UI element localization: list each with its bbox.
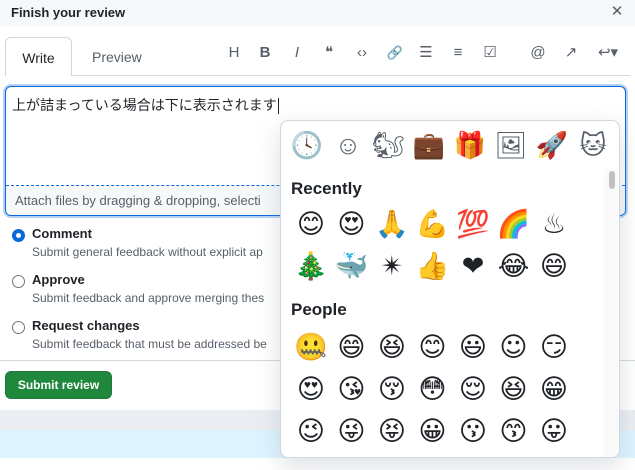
recent-category-icon[interactable]: 🕓 bbox=[290, 128, 324, 162]
option-approve-desc: Submit feedback and approve merging thes bbox=[32, 291, 265, 305]
option-request-changes-label: Request changes bbox=[32, 318, 140, 333]
bold-icon[interactable]: B bbox=[254, 42, 276, 64]
emoji-button[interactable]: 💯 bbox=[455, 207, 491, 243]
option-approve-label: Approve bbox=[32, 272, 85, 287]
emoji-button[interactable]: 👍 bbox=[415, 249, 451, 285]
section-recently: Recently bbox=[291, 179, 362, 198]
objects-category-icon[interactable]: 💼 bbox=[412, 128, 446, 162]
attach-files-label: Attach files by dragging & dropping, sel… bbox=[15, 193, 261, 208]
option-comment-desc: Submit general feedback without explicit… bbox=[32, 245, 263, 259]
background-footer bbox=[0, 458, 635, 470]
emoji-button[interactable]: 😍 bbox=[293, 372, 329, 408]
image-category-icon[interactable]: 🖼 bbox=[494, 128, 528, 162]
emoji-picker: 🕓 ☺ 🐿 💼 🎁 🖼 🚀 🐱 Recently 😊 😍 🙏 💪 💯 🌈 ♨ 🎄 🐳 ✴ 👍 ❤ 😂 😄 … bbox=[280, 120, 620, 458]
reply-icon[interactable]: ↩▾ bbox=[593, 42, 623, 64]
emoji-button[interactable]: 🙏 bbox=[374, 207, 410, 243]
tab-divider bbox=[72, 75, 630, 76]
emoji-button[interactable]: 😗 bbox=[455, 414, 491, 450]
radio-comment[interactable] bbox=[12, 229, 25, 242]
task-list-icon[interactable]: ☑ bbox=[479, 42, 501, 64]
emoji-button[interactable]: 😄 bbox=[536, 249, 572, 285]
reference-icon[interactable]: ↗ bbox=[560, 42, 582, 64]
emoji-button[interactable]: 😀 bbox=[415, 414, 451, 450]
emoji-button[interactable]: 😝 bbox=[374, 414, 410, 450]
option-request-changes-desc: Submit feedback that must be addressed b… bbox=[32, 337, 267, 351]
emoji-button[interactable]: 😆 bbox=[374, 330, 410, 366]
comment-text: 上が詰まっている場合は下に表示されます bbox=[12, 97, 279, 115]
emoji-button[interactable]: 😄 bbox=[334, 330, 370, 366]
emoji-button[interactable]: 😜 bbox=[334, 414, 370, 450]
emoji-button[interactable]: 😌 bbox=[455, 372, 491, 408]
emoji-button[interactable]: 😙 bbox=[496, 414, 532, 450]
emoji-button[interactable]: 😳 bbox=[415, 372, 451, 408]
tab-preview[interactable]: Preview bbox=[92, 37, 142, 76]
bullet-list-icon[interactable]: ☰ bbox=[415, 42, 437, 64]
code-icon[interactable]: ‹› bbox=[351, 42, 373, 64]
emoji-button[interactable]: 😏 bbox=[536, 330, 572, 366]
dialog-title: Finish your review bbox=[11, 5, 126, 20]
emoji-button[interactable]: 😊 bbox=[293, 207, 329, 243]
emoji-button[interactable]: 😉 bbox=[293, 414, 329, 450]
quote-icon[interactable]: ❝ bbox=[318, 42, 340, 64]
emoji-button[interactable]: 🤐 bbox=[293, 330, 329, 366]
emoji-button[interactable]: 😃 bbox=[455, 330, 491, 366]
travel-category-icon[interactable]: 🚀 bbox=[535, 128, 569, 162]
tab-write[interactable]: Write bbox=[5, 37, 72, 76]
italic-icon[interactable]: I bbox=[286, 42, 308, 64]
emoji-button[interactable]: ✴ bbox=[374, 249, 410, 285]
emoji-button[interactable]: 😂 bbox=[496, 249, 532, 285]
emoji-button[interactable]: 🌈 bbox=[496, 207, 532, 243]
mention-icon[interactable]: @ bbox=[527, 42, 549, 64]
section-people: People bbox=[291, 300, 347, 319]
radio-request-changes[interactable] bbox=[12, 321, 25, 334]
submit-review-button[interactable]: Submit review bbox=[5, 371, 112, 399]
scrollbar-thumb[interactable] bbox=[609, 171, 615, 189]
emoji-button[interactable]: 😘 bbox=[334, 372, 370, 408]
emoji-button[interactable]: 🎄 bbox=[293, 249, 329, 285]
scrollbar-track[interactable] bbox=[604, 169, 618, 457]
emoji-button[interactable]: ♨ bbox=[536, 207, 572, 243]
option-comment-label: Comment bbox=[32, 226, 92, 241]
emoji-button[interactable]: ☺ bbox=[496, 330, 532, 366]
emoji-button[interactable]: ❤ bbox=[455, 249, 491, 285]
github-category-icon[interactable]: 🐱 bbox=[576, 128, 610, 162]
emoji-button[interactable]: 😛 bbox=[536, 414, 572, 450]
emoji-button[interactable]: 😊 bbox=[415, 330, 451, 366]
numbered-list-icon[interactable]: ≡ bbox=[447, 42, 469, 64]
link-icon[interactable]: 🔗 bbox=[384, 42, 406, 64]
gift-category-icon[interactable]: 🎁 bbox=[453, 128, 487, 162]
radio-approve[interactable] bbox=[12, 275, 25, 288]
emoji-button[interactable]: 😆 bbox=[496, 372, 532, 408]
emoji-button[interactable]: 💪 bbox=[415, 207, 451, 243]
emoji-button[interactable]: 😁 bbox=[536, 372, 572, 408]
emoji-button[interactable]: 🐳 bbox=[334, 249, 370, 285]
emoji-button[interactable]: 😚 bbox=[374, 372, 410, 408]
emoji-button[interactable]: 😍 bbox=[334, 207, 370, 243]
smileys-category-icon[interactable]: ☺ bbox=[331, 128, 365, 162]
heading-icon[interactable]: H bbox=[223, 42, 245, 64]
nature-category-icon[interactable]: 🐿 bbox=[371, 128, 405, 162]
close-icon[interactable]: ✕ bbox=[609, 3, 625, 21]
